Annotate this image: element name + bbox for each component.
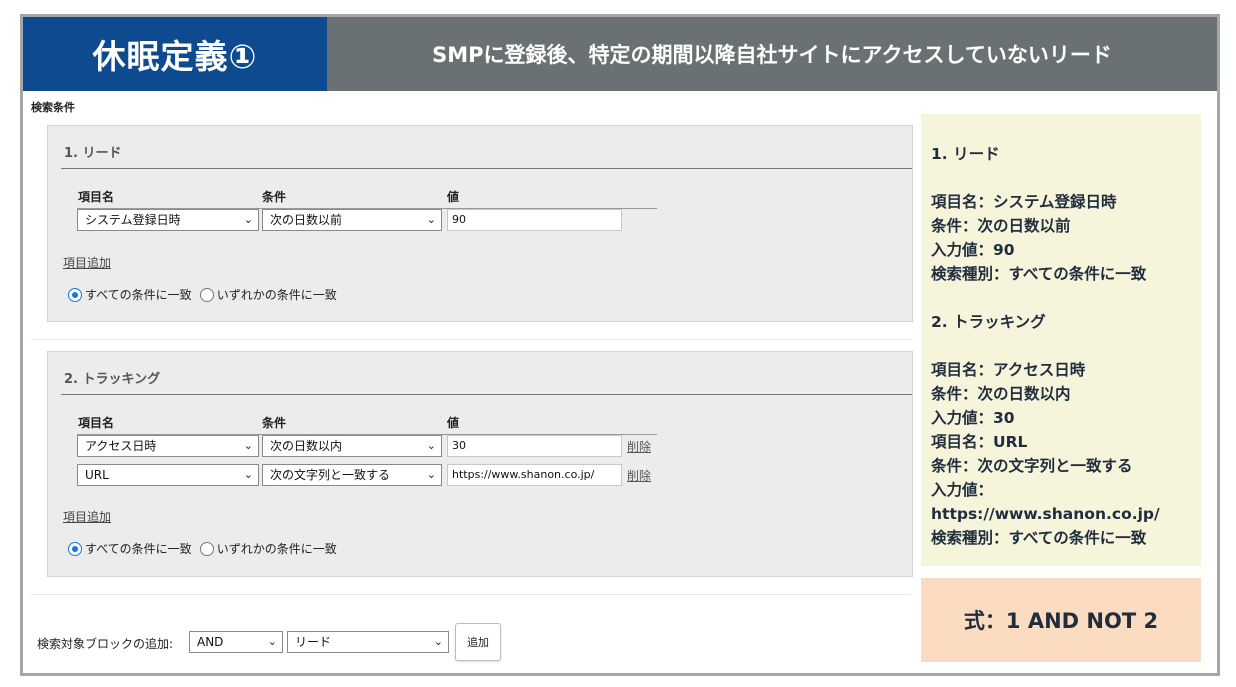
note-block2-type: 検索種別：すべての条件に一致 [931,529,1147,547]
radio-all-conditions[interactable] [68,287,82,302]
column-header-item: 項目名 [78,416,115,430]
column-header-value: 値 [447,190,460,204]
value-input[interactable]: 90 [447,209,622,231]
block-divider [61,394,912,395]
item-select[interactable]: システム登録日時 ⌄ [77,209,259,231]
delete-row-link[interactable]: 削除 [627,438,651,455]
chevron-down-icon: ⌄ [426,439,436,452]
search-conditions-label: 検索条件 [31,101,75,114]
chevron-down-icon: ⌄ [433,635,443,648]
radio-any-condition[interactable] [199,541,214,556]
add-item-link[interactable]: 項目追加 [63,254,111,271]
item-select[interactable]: アクセス日時 ⌄ [77,435,259,457]
block-separator [31,594,911,595]
note-block2-value2-label: 入力値： [931,481,994,499]
add-block-button[interactable]: 追加 [455,623,501,661]
definition-subtitle: SMPに登録後、特定の期間以降自社サイトにアクセスしていないリード [327,17,1217,91]
condition-select[interactable]: 次の日数以内 ⌄ [262,435,442,457]
radio-any-condition[interactable] [199,287,214,302]
condition-block-tracking: 2. トラッキング 項目名 条件 値 アクセス日時 ⌄ 次の日数以内 ⌄ 30 … [47,351,913,577]
item-select-value: アクセス日時 [85,439,157,453]
condition-select[interactable]: 次の文字列と一致する ⌄ [262,464,442,486]
chevron-down-icon: ⌄ [243,439,253,452]
match-type-radios: すべての条件に一致 いずれかの条件に一致 [68,540,337,557]
block-type-select-value: リード [295,635,332,649]
chevron-down-icon: ⌄ [243,468,253,481]
delete-row-link[interactable]: 削除 [627,467,651,484]
chevron-down-icon: ⌄ [426,468,436,481]
add-search-block-label: 検索対象ブロックの追加: [37,637,174,651]
formula-box: 式：1 AND NOT 2 [921,578,1201,662]
radio-any-label: いずれかの条件に一致 [216,542,337,556]
note-block1-condition: 条件：次の日数以前 [931,217,1071,235]
condition-select[interactable]: 次の日数以前 ⌄ [262,209,442,231]
slide-frame: 休眠定義① SMPに登録後、特定の期間以降自社サイトにアクセスしていないリード … [20,14,1220,676]
match-type-radios: すべての条件に一致 いずれかの条件に一致 [68,286,337,303]
column-header-condition: 条件 [262,416,287,430]
note-block1-value: 入力値：90 [931,241,1015,259]
note-block2-item1: 項目名：アクセス日時 [931,361,1086,379]
note-block2-title: 2. トラッキング [931,313,1046,331]
radio-all-label: すべての条件に一致 [85,288,192,302]
chevron-down-icon: ⌄ [243,213,253,226]
note-block2-condition1: 条件：次の日数以内 [931,385,1071,403]
radio-any-label: いずれかの条件に一致 [216,288,337,302]
note-block1-item: 項目名：システム登録日時 [931,193,1117,211]
column-header-item: 項目名 [78,190,115,204]
column-header-value: 値 [447,416,460,430]
item-select[interactable]: URL ⌄ [77,464,259,486]
definition-title: 休眠定義① [23,17,327,91]
note-block2-item2: 項目名：URL [931,433,1028,451]
item-select-value: システム登録日時 [85,213,181,227]
value-input[interactable]: https://www.shanon.co.jp/ [447,464,622,486]
column-header-condition: 条件 [262,190,287,204]
note-block1-type: 検索種別：すべての条件に一致 [931,265,1147,283]
operator-select-value: AND [197,635,224,649]
radio-all-conditions[interactable] [68,541,82,556]
value-input[interactable]: 30 [447,435,622,457]
condition-select-value: 次の日数以内 [270,439,343,453]
block-separator [31,339,911,340]
block-divider [61,168,912,169]
condition-select-value: 次の日数以前 [270,213,343,227]
note-block2-value1: 入力値：30 [931,409,1015,427]
item-select-value: URL [85,468,109,482]
block-title: 2. トラッキング [64,372,161,387]
chevron-down-icon: ⌄ [267,635,277,648]
block-type-select[interactable]: リード ⌄ [287,631,449,653]
notes-panel: 1. リード 項目名：システム登録日時 条件：次の日数以前 入力値：90 検索種… [921,114,1201,566]
block-title: 1. リード [64,146,122,161]
condition-select-value: 次の文字列と一致する [270,468,391,482]
add-item-link[interactable]: 項目追加 [63,508,111,525]
radio-all-label: すべての条件に一致 [85,542,192,556]
note-block2-value2: https://www.shanon.co.jp/ [931,505,1160,523]
operator-select[interactable]: AND ⌄ [189,631,283,653]
note-block1-title: 1. リード [931,145,1000,163]
note-block2-condition2: 条件：次の文字列と一致する [931,457,1133,475]
condition-block-lead: 1. リード 項目名 条件 値 システム登録日時 ⌄ 次の日数以前 ⌄ 90 項… [47,125,913,322]
chevron-down-icon: ⌄ [426,213,436,226]
